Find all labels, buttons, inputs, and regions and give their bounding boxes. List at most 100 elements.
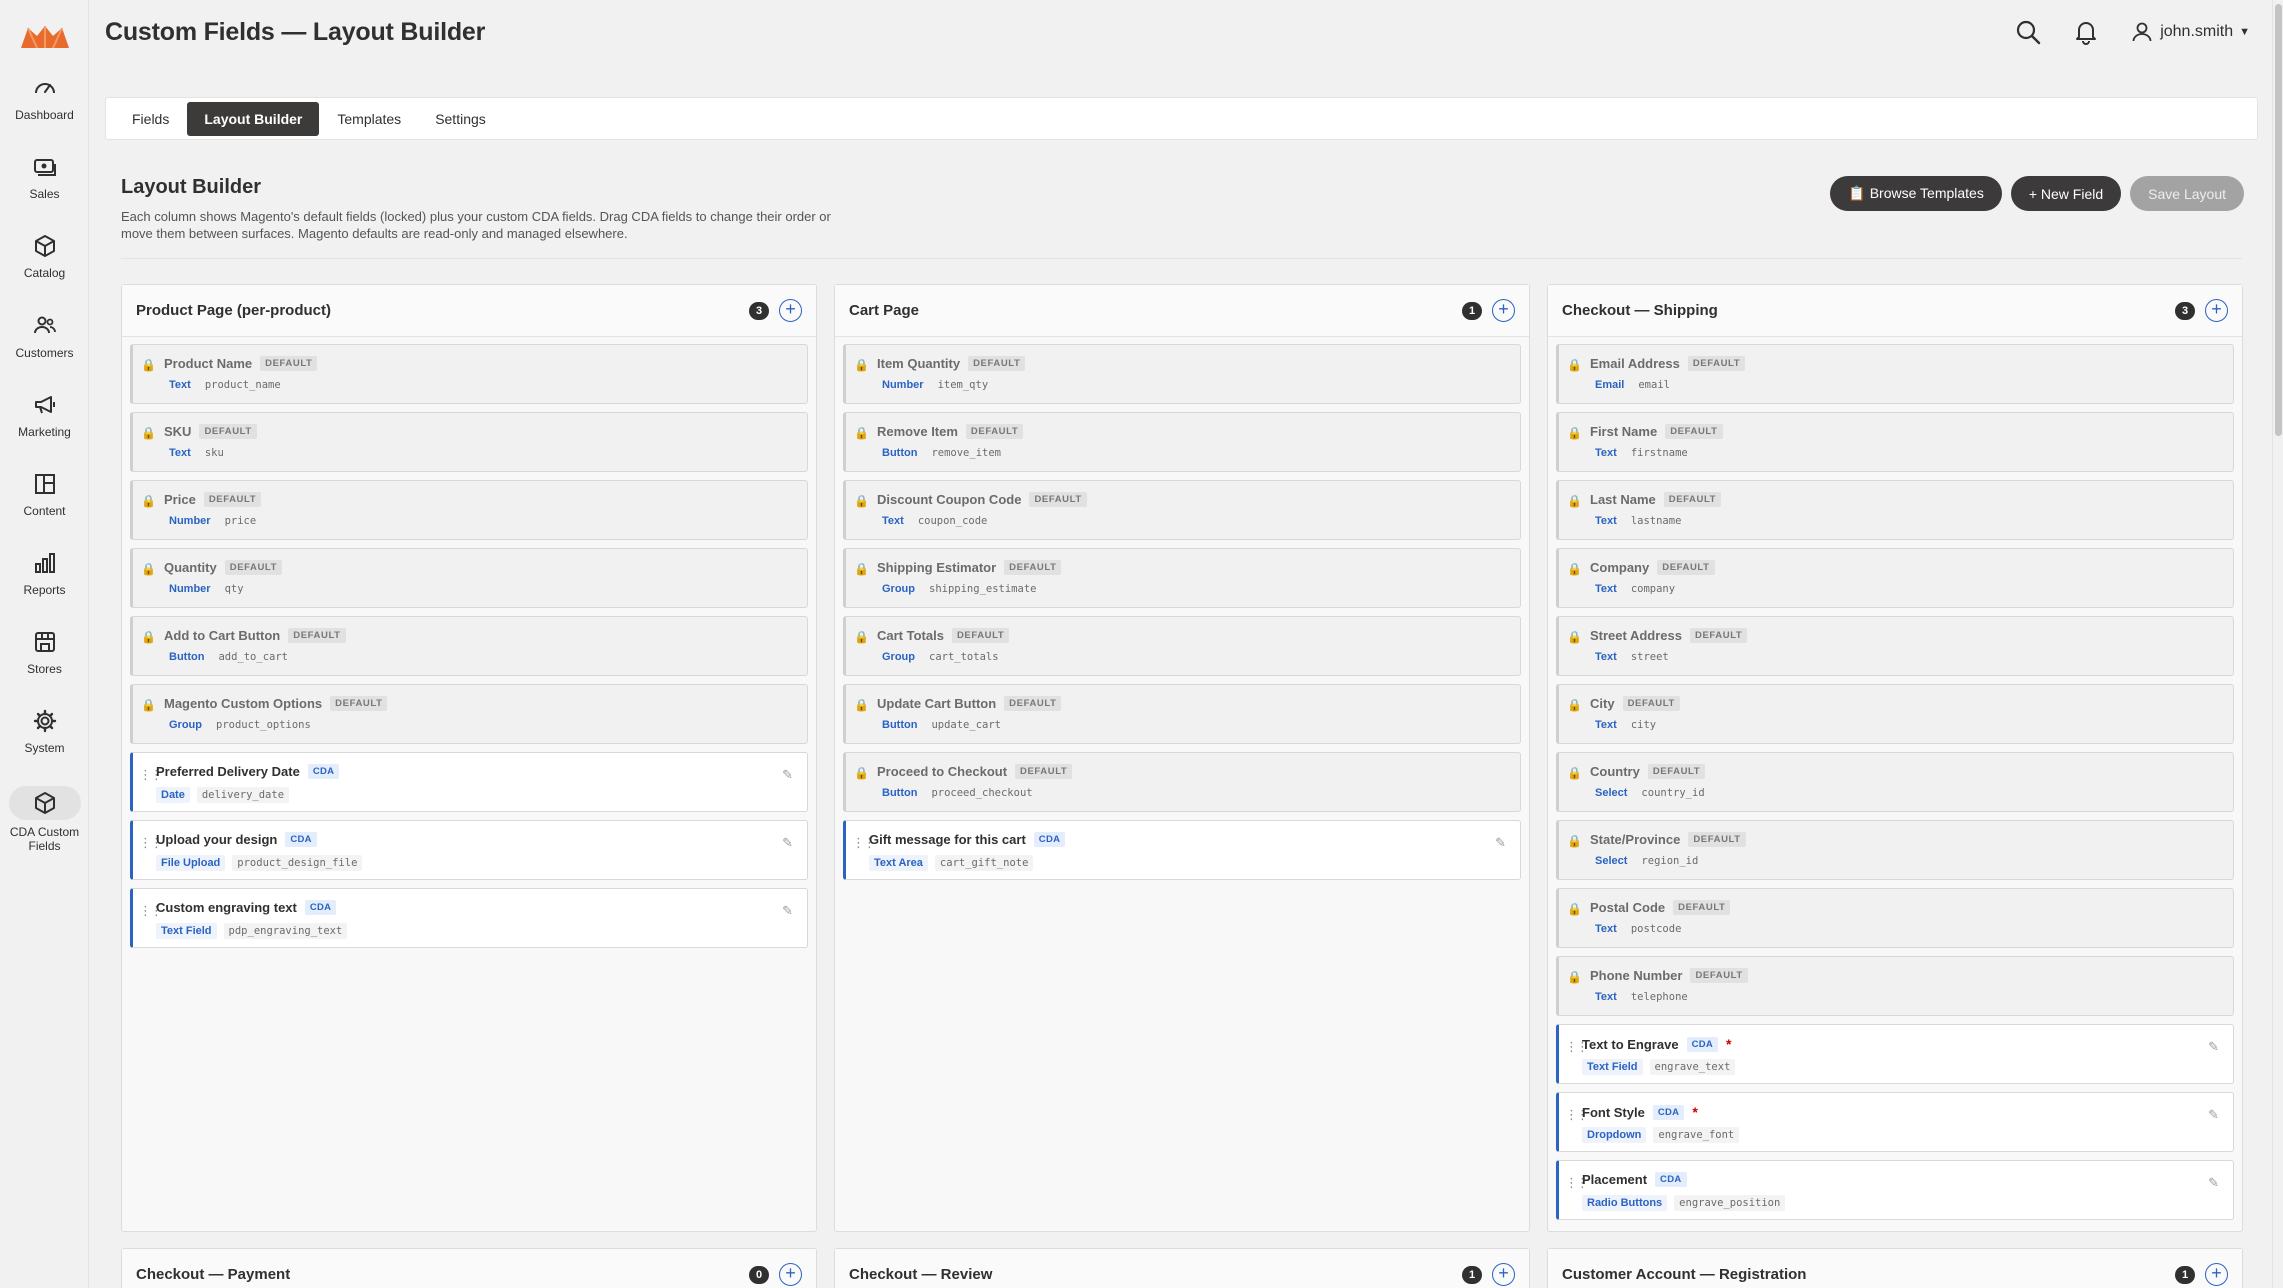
- sidebar-item-sales[interactable]: Sales: [0, 154, 89, 201]
- edit-pencil-icon[interactable]: ✎: [1495, 835, 1506, 851]
- field-name: Preferred Delivery Date: [156, 764, 300, 779]
- divider: [121, 258, 2242, 259]
- field-name: Remove Item: [877, 424, 958, 439]
- field-code: postcode: [1630, 923, 1682, 935]
- sidebar-item-marketing[interactable]: Marketing: [0, 392, 89, 439]
- sidebar-item-label: CDA Custom Fields: [9, 825, 80, 853]
- sidebar-item-cda-custom-fields[interactable]: CDA Custom Fields: [0, 786, 89, 853]
- field-code: product_name: [204, 379, 281, 391]
- field-source-badge: DEFAULT: [965, 424, 1024, 439]
- field-name: Product Name: [164, 356, 253, 371]
- lock-icon: 🔒: [1567, 426, 1582, 440]
- field-name: Country: [1590, 764, 1640, 779]
- sidebar-item-catalog[interactable]: Catalog: [0, 233, 89, 280]
- scrollbar-thumb[interactable]: [2275, 4, 2282, 436]
- lock-icon: 🔒: [1567, 562, 1582, 576]
- field-name-row: Placement CDA: [1582, 1172, 1687, 1187]
- add-field-button[interactable]: +: [779, 299, 802, 322]
- browse-templates-button[interactable]: 📋 Browse Templates: [1830, 176, 2002, 211]
- field-meta-row: Text lastname: [1595, 515, 1681, 527]
- field-source-badge: DEFAULT: [224, 560, 283, 575]
- field-name: Discount Coupon Code: [877, 492, 1022, 507]
- sidebar-item-content[interactable]: Content: [0, 471, 89, 518]
- field-meta-row: Number item_qty: [882, 379, 988, 391]
- sidebar-item-system[interactable]: System: [0, 708, 89, 755]
- field-name: SKU: [164, 424, 192, 439]
- field-meta-row: Text product_name: [169, 379, 281, 391]
- field-code: coupon_code: [917, 515, 988, 527]
- cda-count-badge: 1: [1462, 301, 1482, 320]
- page-scrollbar[interactable]: [2272, 0, 2283, 1288]
- app-shell: Dashboard Sales Catalog Customers Marketing C…: [0, 0, 2272, 1288]
- lock-icon: 🔒: [854, 426, 869, 440]
- lock-icon: 🔒: [141, 698, 156, 712]
- field-name: Custom engraving text: [156, 900, 297, 915]
- field-code: qty: [224, 583, 244, 595]
- add-field-button[interactable]: +: [2205, 1263, 2228, 1286]
- cda-field-card[interactable]: ⋮⋮ Gift message for this cart CDA Text Area…: [843, 820, 1521, 880]
- sidebar-item-reports[interactable]: Reports: [0, 550, 89, 597]
- cda-field-card[interactable]: ⋮⋮ Text to Engrave CDA * Text Field engrave_t…: [1556, 1024, 2234, 1084]
- cda-field-card[interactable]: ⋮⋮ Preferred Delivery Date CDA Date delivery…: [130, 752, 808, 812]
- field-type: Group: [882, 583, 915, 595]
- cda-field-card[interactable]: ⋮⋮ Placement CDA Radio Buttons engrave_posit…: [1556, 1160, 2234, 1220]
- field-type: Text: [169, 379, 191, 391]
- field-name-row: Shipping Estimator DEFAULT: [877, 560, 1062, 575]
- search-icon[interactable]: [2014, 18, 2042, 46]
- sidebar-item-customers[interactable]: Customers: [0, 313, 89, 360]
- lock-icon: 🔒: [854, 630, 869, 644]
- lock-icon: 🔒: [854, 766, 869, 780]
- field-meta-row: Email email: [1595, 379, 1670, 391]
- edit-pencil-icon[interactable]: ✎: [782, 903, 793, 919]
- add-field-button[interactable]: +: [1492, 299, 1515, 322]
- lock-icon: 🔒: [1567, 630, 1582, 644]
- tab-fields[interactable]: Fields: [116, 103, 185, 135]
- field-meta-row: Radio Buttons engrave_position: [1582, 1195, 1786, 1211]
- builder-title: Layout Builder: [121, 176, 262, 198]
- lock-icon: 🔒: [141, 494, 156, 508]
- tab-layout-builder[interactable]: Layout Builder: [187, 101, 320, 136]
- lock-icon: 🔒: [141, 426, 156, 440]
- lock-icon: 🔒: [854, 562, 869, 576]
- field-source-badge: DEFAULT: [1673, 900, 1731, 915]
- user-menu[interactable]: john.smith ▼: [2130, 20, 2250, 44]
- field-code: delivery_date: [196, 787, 290, 803]
- sidebar-item-stores[interactable]: Stores: [0, 629, 89, 676]
- field-name-row: City DEFAULT: [1590, 696, 1680, 711]
- cda-field-card[interactable]: ⋮⋮ Font Style CDA * Dropdown engrave_font ✎: [1556, 1092, 2234, 1152]
- new-field-button[interactable]: + New Field: [2010, 176, 2122, 211]
- cda-field-card[interactable]: ⋮⋮ Custom engraving text CDA Text Field pdp_…: [130, 888, 808, 948]
- field-type: Date: [156, 787, 190, 803]
- sidebar-item-dashboard[interactable]: Dashboard: [0, 75, 89, 122]
- field-code: sku: [204, 447, 224, 459]
- field-list: 🔒 Product Name DEFAULT Text product_name 🔒 SKU…: [122, 337, 816, 948]
- field-type: Text Field: [156, 923, 217, 939]
- tab-settings[interactable]: Settings: [419, 103, 502, 135]
- field-name-row: Upload your design CDA: [156, 832, 317, 847]
- field-source-badge: DEFAULT: [330, 696, 388, 711]
- add-field-button[interactable]: +: [2205, 299, 2228, 322]
- edit-pencil-icon[interactable]: ✎: [782, 767, 793, 783]
- field-name-row: Country DEFAULT: [1590, 764, 1706, 779]
- default-field-card: 🔒 Magento Custom Options DEFAULT Group produ…: [130, 684, 808, 744]
- edit-pencil-icon[interactable]: ✎: [782, 835, 793, 851]
- bar-chart-icon: [32, 550, 58, 576]
- edit-pencil-icon[interactable]: ✎: [2208, 1107, 2219, 1123]
- field-name: Update Cart Button: [877, 696, 997, 711]
- save-layout-button[interactable]: Save Layout: [2130, 176, 2244, 211]
- bell-icon[interactable]: [2072, 18, 2100, 46]
- field-type: Button: [882, 787, 918, 799]
- add-field-button[interactable]: +: [1492, 1263, 1515, 1286]
- edit-pencil-icon[interactable]: ✎: [2208, 1039, 2219, 1055]
- field-type: Number: [169, 583, 211, 595]
- add-field-button[interactable]: +: [779, 1263, 802, 1286]
- field-type: Text: [1595, 583, 1617, 595]
- field-name-row: State/Province DEFAULT: [1590, 832, 1746, 847]
- brand-logo-icon[interactable]: [19, 22, 71, 52]
- field-name-row: Remove Item DEFAULT: [877, 424, 1024, 439]
- tab-templates[interactable]: Templates: [321, 103, 417, 135]
- field-code: cart_totals: [929, 651, 999, 663]
- cda-field-card[interactable]: ⋮⋮ Upload your design CDA File Upload produc…: [130, 820, 808, 880]
- edit-pencil-icon[interactable]: ✎: [2208, 1175, 2219, 1191]
- field-source-badge: CDA: [307, 764, 340, 779]
